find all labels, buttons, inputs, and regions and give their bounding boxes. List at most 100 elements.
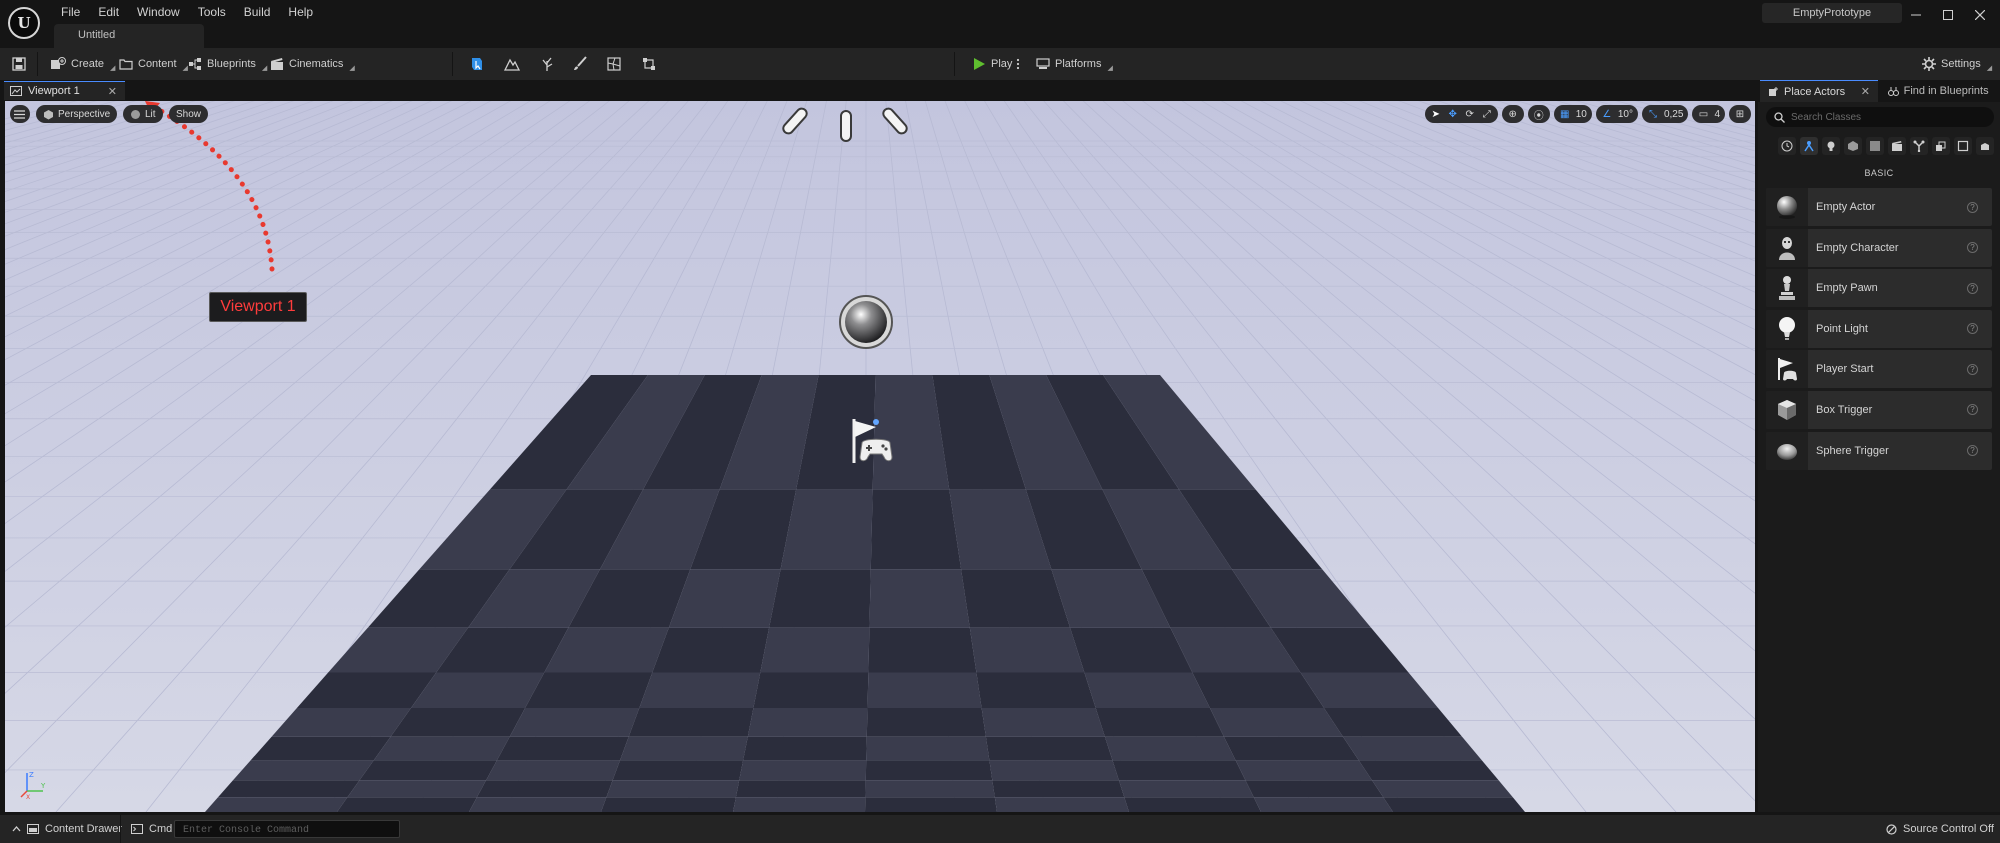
close-tab-icon[interactable]: ✕ (108, 85, 117, 98)
scale-snap-button[interactable]: ⤡ 0,25 (1641, 105, 1689, 123)
chevron-up-icon (12, 826, 21, 832)
source-control-off-icon (1886, 823, 1897, 835)
floor-tile (735, 780, 866, 798)
grid-snap-button[interactable]: ▦ 10 (1553, 105, 1592, 123)
actor-item-empty-pawn[interactable]: Empty Pawn ? (1766, 269, 1992, 308)
floor-tile (733, 797, 866, 812)
source-control-button[interactable]: Source Control Off (1886, 815, 1994, 843)
fracture-mode-button[interactable] (604, 54, 624, 74)
platforms-button[interactable]: Platforms ◢ (1036, 53, 1113, 75)
floor-tile (1124, 797, 1261, 812)
actor-item-box-trigger[interactable]: Box Trigger ? (1766, 390, 1992, 429)
surface-snap-icon: ⦿ (1533, 110, 1544, 122)
actor-item-empty-character[interactable]: Empty Character ? (1766, 228, 1992, 267)
content-drawer-button[interactable]: Content Drawer (12, 815, 122, 843)
floor-tile (868, 627, 977, 673)
menu-file[interactable]: File (52, 3, 89, 21)
actor-item-sphere-trigger[interactable]: Sphere Trigger ? (1766, 431, 1992, 470)
console-command-input[interactable] (175, 822, 399, 839)
floor-tile (865, 780, 995, 798)
menu-build[interactable]: Build (235, 3, 280, 21)
close-tab-icon[interactable]: ✕ (1861, 85, 1870, 98)
viewport-options-button[interactable] (10, 105, 30, 123)
tab-viewport-1[interactable]: Viewport 1 ✕ (4, 81, 125, 100)
select-mode-button[interactable] (467, 54, 487, 74)
coordinate-space-button[interactable]: ⊕ (1501, 105, 1524, 123)
lights-category-icon[interactable] (1822, 137, 1840, 155)
create-button[interactable]: Create ◢ (50, 53, 115, 75)
toolbar-separator (37, 52, 38, 76)
minimize-button[interactable] (1904, 5, 1928, 25)
geometry-category-icon[interactable] (1954, 137, 1972, 155)
menu-help[interactable]: Help (279, 3, 322, 21)
search-classes-input[interactable] (1791, 111, 1981, 123)
actor-item-empty-actor[interactable]: Empty Actor ? (1766, 188, 1992, 226)
save-button[interactable] (12, 53, 26, 75)
settings-button[interactable]: Settings ◢ (1922, 53, 1992, 75)
cinematic-category-icon[interactable] (1888, 137, 1906, 155)
level-viewport[interactable]: Perspective Lit Show ➤ ✥ ⟳ ⤢ ⊕ ⦿ ▦ 10 ∠ … (5, 101, 1755, 812)
content-button[interactable]: Content ◢ (119, 53, 188, 75)
cmd-button[interactable]: Cmd (120, 815, 172, 843)
help-icon[interactable]: ? (1967, 282, 1978, 294)
rotation-snap-button[interactable]: ∠ 10° (1595, 105, 1638, 123)
volumes-category-icon[interactable] (1910, 137, 1928, 155)
maximize-button[interactable] (1936, 5, 1960, 25)
menu-edit[interactable]: Edit (89, 3, 128, 21)
help-icon[interactable]: ? (1967, 363, 1978, 375)
close-window-button[interactable] (1968, 5, 1992, 25)
floor-tile (1112, 760, 1246, 781)
mesh-paint-mode-button[interactable] (570, 54, 590, 74)
menu-window[interactable]: Window (128, 3, 189, 21)
help-icon[interactable]: ? (1967, 323, 1978, 335)
help-icon[interactable]: ? (1967, 201, 1978, 213)
landscape-mode-button[interactable] (502, 54, 522, 74)
play-options-button[interactable] (1016, 53, 1020, 75)
camera-speed-button[interactable]: ▭ 4 (1692, 105, 1725, 123)
view-mode-button[interactable]: Lit (123, 105, 163, 123)
paint-brush-icon (574, 56, 587, 70)
sphere-trigger-icon (1766, 431, 1808, 470)
floor-tile (743, 736, 867, 761)
blueprints-button[interactable]: Blueprints ◢ (188, 53, 267, 75)
actor-item-point-light[interactable]: Point Light ? (1766, 309, 1992, 348)
tab-place-actors[interactable]: Place Actors ✕ (1760, 80, 1878, 102)
play-button[interactable]: Play (972, 53, 1012, 75)
tab-find-in-blueprints[interactable]: Find in Blueprints (1880, 80, 2000, 102)
viewport-layout-button[interactable]: ⊞ (1729, 105, 1751, 123)
unreal-logo-icon[interactable]: U (8, 7, 40, 39)
surface-snap-button[interactable]: ⦿ (1527, 105, 1550, 123)
help-icon[interactable]: ? (1967, 242, 1978, 254)
help-icon[interactable]: ? (1967, 445, 1978, 457)
shapes-category-icon[interactable] (1844, 137, 1862, 155)
show-flags-button[interactable]: Show (169, 105, 209, 123)
move-icon[interactable]: ✥ (1447, 108, 1459, 120)
scale-icon[interactable]: ⤢ (1481, 108, 1493, 120)
console-command-field[interactable] (174, 820, 400, 839)
search-classes-field[interactable] (1766, 107, 1994, 127)
basic-category-icon[interactable] (1800, 137, 1818, 155)
rotate-icon[interactable]: ⟳ (1464, 108, 1476, 120)
foliage-mode-button[interactable] (537, 54, 557, 74)
all-classes-category-icon[interactable] (1932, 137, 1950, 155)
actor-item-player-start[interactable]: Player Start ? (1766, 350, 1992, 389)
binoculars-icon (1888, 86, 1899, 96)
select-arrow-icon[interactable]: ➤ (1430, 108, 1442, 120)
viewport-scene[interactable] (5, 101, 1755, 812)
help-icon[interactable]: ? (1967, 404, 1978, 416)
angle-snap-icon: ∠ (1602, 108, 1612, 120)
floor-tile (1383, 797, 1525, 812)
perspective-button[interactable]: Perspective (36, 105, 118, 123)
toolbar-separator (954, 52, 955, 76)
menu-tools[interactable]: Tools (189, 3, 235, 21)
settings-label: Settings (1941, 58, 1981, 70)
actor-name: Empty Actor (1816, 201, 1876, 213)
sky-sphere-icon[interactable] (839, 295, 893, 349)
modeling-mode-button[interactable] (639, 54, 659, 74)
cinematics-button[interactable]: Cinematics ◢ (270, 53, 355, 75)
recent-category-icon[interactable] (1778, 137, 1796, 155)
folder-icon (119, 59, 133, 70)
level-document-tab[interactable]: Untitled (54, 24, 204, 48)
visual-effects-category-icon[interactable] (1866, 137, 1884, 155)
extra-category-icon[interactable] (1976, 137, 1994, 155)
